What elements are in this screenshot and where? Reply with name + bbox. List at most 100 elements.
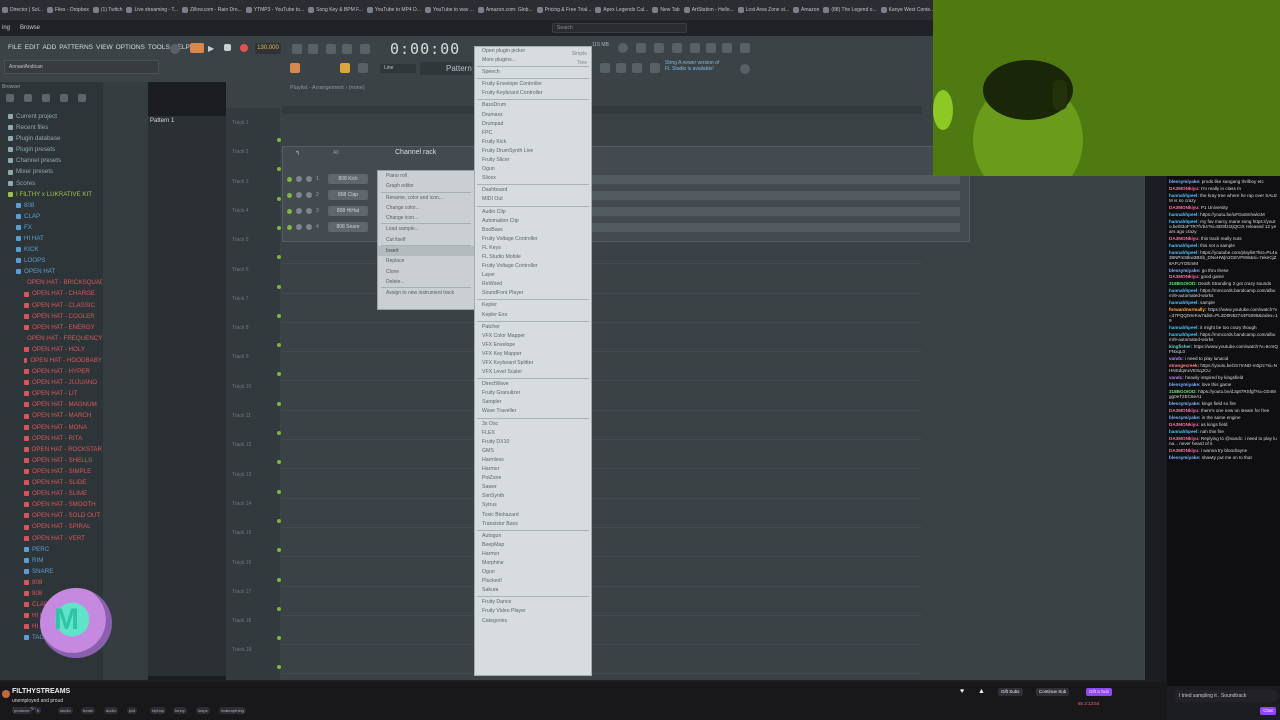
mixer-icon[interactable] [636, 43, 646, 53]
chat-username[interactable]: vandc: [1169, 356, 1184, 361]
channel-led-icon[interactable] [287, 192, 292, 198]
insert-submenu-item[interactable]: Drumpad [475, 120, 591, 129]
track-mute-icon[interactable] [277, 606, 281, 611]
gift-subs-button[interactable]: Gift Subs [998, 688, 1023, 696]
channel-number[interactable]: 3 [316, 208, 324, 214]
search-input[interactable]: Search [552, 23, 687, 33]
browser-tree-item[interactable]: OPEN HAT - HOODBABY [4, 355, 102, 366]
track-header[interactable]: Track 10 [232, 384, 251, 390]
snap-icon[interactable] [290, 63, 300, 73]
rack-options-icon[interactable]: ↰ [295, 150, 300, 157]
insert-submenu-item[interactable]: Dashboard [475, 186, 591, 195]
bookmark-item[interactable]: Amazon [793, 7, 819, 13]
chat-username[interactable]: blessymiyake: [1169, 382, 1200, 387]
track-header[interactable]: Track 11 [232, 413, 251, 419]
chat-username[interactable]: strangecreek: [1169, 363, 1199, 368]
metronome-icon[interactable] [292, 44, 302, 54]
chat-username[interactable]: hannahhpeel: [1169, 212, 1199, 217]
context-menu-item[interactable]: Load sample... [378, 224, 474, 234]
insert-submenu-item[interactable]: ReWired [475, 280, 591, 289]
track-lane[interactable] [282, 468, 922, 470]
browser-tree-item[interactable]: OPEN HAT - SOLD OUT [4, 510, 102, 521]
insert-submenu-item[interactable]: MIDI Out [475, 195, 591, 204]
playlist-ruler[interactable] [282, 106, 922, 114]
browser-tree-item[interactable]: OPEN HAT - HOLY [4, 344, 102, 355]
channel-number[interactable]: 4 [316, 224, 324, 230]
chat-username[interactable]: hannahhpeel: [1169, 300, 1199, 305]
browser-tree-item[interactable]: Scores [4, 178, 102, 189]
bookmark-item[interactable]: ArtStation - Hello... [683, 7, 734, 13]
insert-submenu-item[interactable]: FL Studio Mobile [475, 253, 591, 262]
insert-submenu-item[interactable]: Morphine [475, 559, 591, 568]
browser-tree-item[interactable]: OPEN HAT - SLIDE [4, 477, 102, 488]
browser-tree-item[interactable]: OPEN HAT - JUJUANO [4, 377, 102, 388]
channel-led-icon[interactable] [287, 176, 292, 182]
stream-tag[interactable]: audio [104, 707, 118, 714]
track-header[interactable]: Track 16 [232, 560, 251, 566]
insert-submenu-item[interactable]: Harmor [475, 550, 591, 559]
channel-number[interactable]: 1 [316, 176, 324, 182]
play-mode-icon[interactable] [170, 44, 180, 54]
bookmark-item[interactable]: Live streaming - T... [126, 7, 178, 13]
menu-item-view[interactable]: VIEW [96, 44, 113, 51]
browser-tree-item[interactable]: OPEN HAT - ROCKSTAR [4, 444, 102, 455]
piano-roll-icon[interactable] [654, 43, 664, 53]
tool-playback-icon[interactable] [650, 63, 660, 73]
track-header[interactable]: Track 12 [232, 442, 251, 448]
browser-search-icon[interactable] [60, 94, 68, 102]
insert-submenu-item[interactable]: FL Keys [475, 244, 591, 253]
chat-username[interactable]: DA3MONkiyu: [1169, 436, 1200, 441]
context-menu-item[interactable]: Change icon... [378, 213, 474, 223]
insert-submenu-item[interactable]: PoiZone [475, 474, 591, 483]
insert-submenu-item[interactable]: Transistor Bass [475, 520, 591, 529]
track-header[interactable]: Track 6 [232, 267, 248, 273]
track-lane[interactable] [282, 497, 922, 499]
track-header[interactable]: Track 8 [232, 325, 248, 331]
insert-submenu-item[interactable]: Drumaxx [475, 111, 591, 120]
insert-submenu-item[interactable]: VFX Key Mapper [475, 350, 591, 359]
context-menu-item[interactable]: Cut itself [378, 235, 474, 245]
chat-username[interactable]: hannahhpeel: [1169, 193, 1199, 198]
track-mute-icon[interactable] [277, 401, 281, 406]
channel-name-button[interactable]: 808 Snare [328, 222, 368, 232]
play-icon[interactable]: ▶ [208, 44, 218, 54]
playlist-icon[interactable] [690, 43, 700, 53]
chat-username[interactable]: DA3MONkiyu: [1169, 408, 1200, 413]
wait-icon[interactable] [308, 44, 318, 54]
track-mute-icon[interactable] [277, 138, 281, 142]
chat-username[interactable]: DA3MONkiyu: [1169, 422, 1200, 427]
pat-song-toggle[interactable] [190, 43, 204, 53]
context-menu-item[interactable]: Replace [378, 256, 474, 266]
draw-tool-icon[interactable] [340, 63, 350, 73]
channel-volume-knob-icon[interactable] [306, 224, 312, 230]
track-lane[interactable] [282, 614, 922, 616]
bookmark-item[interactable]: Song Key & BPM F... [308, 7, 363, 13]
insert-submenu-item[interactable]: SoundFont Player [475, 289, 591, 298]
chat-username[interactable]: hannahhpeel: [1169, 288, 1199, 293]
stream-tag[interactable]: studio [58, 707, 73, 714]
insert-submenu-item[interactable]: VFX Color Mapper [475, 332, 591, 341]
insert-submenu-item[interactable]: Harmless [475, 456, 591, 465]
context-menu-item[interactable]: Insert [378, 246, 474, 257]
browser-tree-item[interactable]: Channel presets [4, 155, 102, 166]
menu-item-tools[interactable]: TOOLS [148, 44, 170, 51]
insert-submenu-item[interactable]: Layer [475, 271, 591, 280]
chat-username[interactable]: hannahhpeel: [1169, 243, 1199, 248]
chat-input[interactable]: I tried sampling it . Soundtrack [1175, 690, 1277, 702]
tool-select-icon[interactable] [616, 63, 626, 73]
track-mute-icon[interactable] [277, 518, 281, 523]
browser-menu-icon[interactable] [6, 94, 14, 102]
stream-tag[interactable]: loops [196, 707, 210, 714]
browser-tree-item[interactable]: OPEN HAT - LIT [4, 388, 102, 399]
channel-pan-knob-icon[interactable] [296, 192, 302, 198]
insert-submenu-item[interactable]: FPC [475, 129, 591, 138]
insert-submenu-item[interactable]: Kepler [475, 301, 591, 310]
continue-sub-button[interactable]: Continue Sub [1036, 688, 1070, 696]
insert-submenu-item[interactable]: VFX Level Scaler [475, 368, 591, 377]
insert-submenu-item[interactable]: BeepMap [475, 541, 591, 550]
bell-icon[interactable]: ▲ [978, 688, 985, 695]
insert-submenu-item[interactable]: More plugins... [475, 56, 591, 65]
menu-item-add[interactable]: ADD [43, 44, 57, 51]
step-edit-icon[interactable] [360, 44, 370, 54]
browser-tree-item[interactable]: KICK [4, 244, 102, 255]
